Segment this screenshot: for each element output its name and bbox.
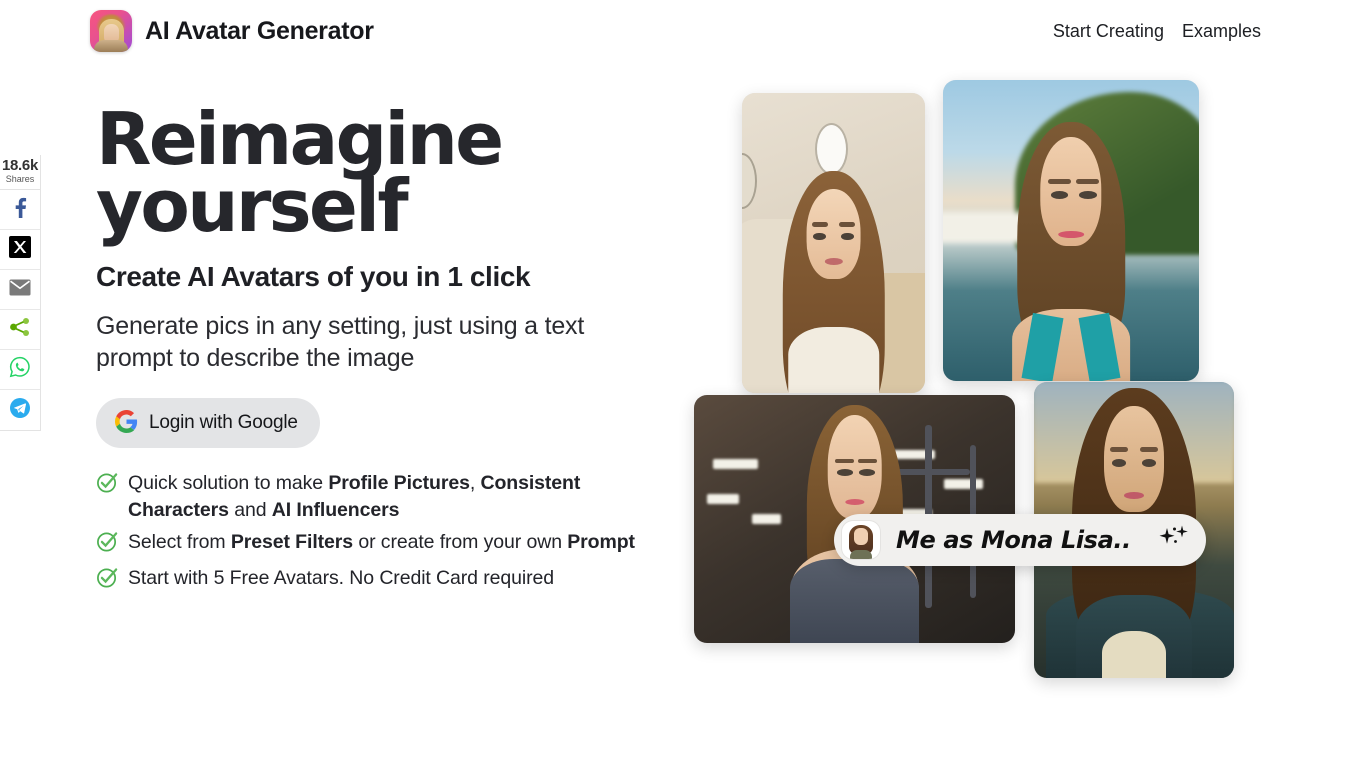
share-button-share[interactable]: [0, 310, 40, 350]
prompt-text: Me as Mona Lisa..: [896, 526, 1131, 554]
site-header: AI Avatar Generator Start Creating Examp…: [0, 0, 1360, 62]
page-title: Reimagine yourself: [96, 97, 504, 248]
hero-description: Generate pics in any setting, just using…: [96, 311, 585, 372]
share-count: 18.6k Shares: [0, 155, 40, 190]
share-button-telegram[interactable]: [0, 390, 40, 430]
prompt-input-pill[interactable]: Me as Mona Lisa..: [834, 514, 1206, 566]
list-item-text: Select from Preset Filters or create fro…: [128, 530, 635, 553]
photo-private-jet[interactable]: [742, 93, 925, 393]
list-item-text: Quick solution to make Profile Pictures,…: [128, 471, 581, 521]
hero-feature-list: Quick solution to make Profile Pictures,…: [96, 470, 676, 598]
photo-beach[interactable]: [943, 80, 1199, 381]
share-button-email[interactable]: [0, 270, 40, 310]
whatsapp-icon: [9, 356, 31, 383]
share-button-x[interactable]: [0, 230, 40, 270]
sparkle-icon[interactable]: [1158, 524, 1192, 557]
share-button-whatsapp[interactable]: [0, 350, 40, 390]
share-count-label: Shares: [5, 174, 35, 184]
list-item-text: Start with 5 Free Avatars. No Credit Car…: [128, 567, 554, 590]
user-avatar-thumbnail: [842, 521, 880, 559]
brand-link[interactable]: AI Avatar Generator: [90, 10, 374, 52]
facebook-icon: [14, 196, 27, 223]
nav-start-creating[interactable]: Start Creating: [1053, 21, 1164, 42]
login-button-label: Login with Google: [149, 411, 298, 433]
list-item: Quick solution to make Profile Pictures,…: [96, 470, 656, 524]
share-button-facebook[interactable]: [0, 190, 40, 230]
share-count-number: 18.6k: [1, 157, 39, 174]
login-with-google-button[interactable]: Login with Google: [96, 397, 320, 448]
avatar-collage: [690, 80, 1250, 690]
avatar-logo-icon: [90, 10, 132, 52]
telegram-icon: [9, 397, 31, 424]
share-icon: [9, 317, 31, 342]
social-share-rail: 18.6k Shares: [0, 155, 41, 431]
x-twitter-icon: [9, 236, 31, 263]
main-nav: Start Creating Examples: [1053, 21, 1261, 42]
email-icon: [9, 279, 31, 301]
hero-section: Reimagine yourself Create AI Avatars of …: [96, 97, 676, 613]
list-item: Select from Preset Filters or create fro…: [96, 529, 656, 561]
green-check-circle-icon: [96, 530, 119, 561]
green-check-circle-icon: [96, 471, 119, 502]
hero-subheadline: Create AI Avatars of you in 1 click: [96, 260, 531, 292]
brand-title: AI Avatar Generator: [145, 16, 374, 45]
green-check-circle-icon: [96, 566, 119, 597]
list-item: Start with 5 Free Avatars. No Credit Car…: [96, 565, 656, 597]
google-icon: [114, 409, 138, 436]
nav-examples[interactable]: Examples: [1182, 21, 1261, 42]
